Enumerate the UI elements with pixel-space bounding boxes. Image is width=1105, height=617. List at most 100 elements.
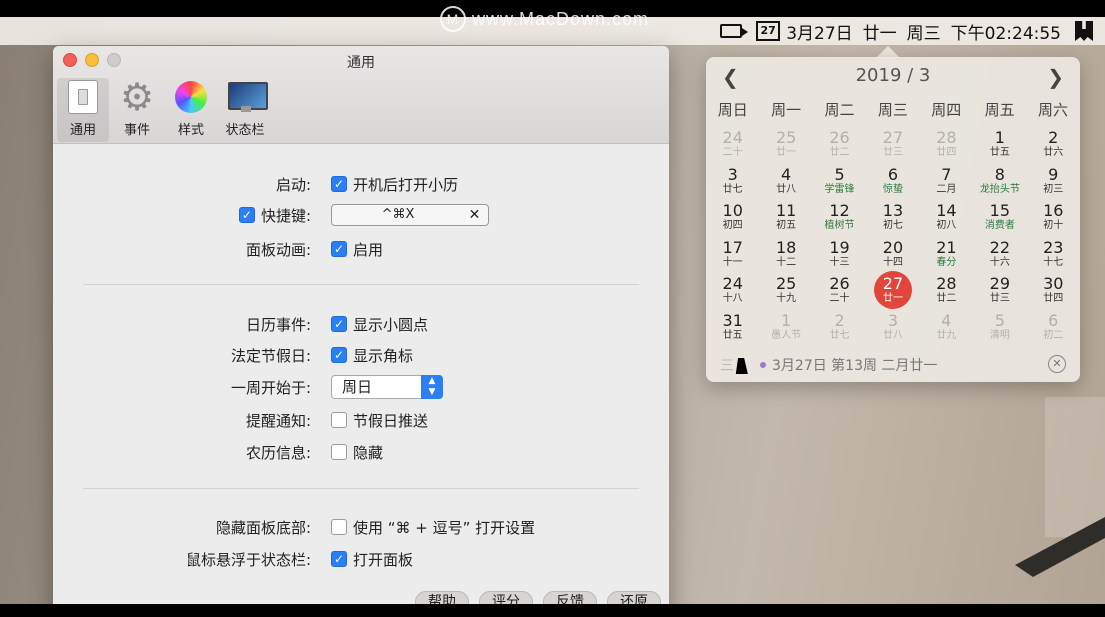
calendar-day[interactable]: 4 廿八 (759, 165, 812, 202)
calendar-day[interactable]: 29 廿三 (973, 275, 1026, 311)
calendar-day[interactable]: 3 廿八 (866, 311, 919, 348)
calendar-day[interactable]: 7 二月 (920, 164, 973, 202)
hotkey-clear-button[interactable]: ✕ (461, 204, 489, 226)
hidebottom-option[interactable]: 使用 “⌘ + 逗号” 打开设置 (353, 517, 535, 538)
calendar-day[interactable]: 10 初四 (706, 202, 759, 238)
calendar-day-today[interactable]: 27 廿一 (866, 271, 919, 311)
tab-style[interactable]: 样式 (165, 78, 217, 142)
calendar-day[interactable]: 5 清明 (973, 310, 1026, 348)
setting-weekstart-row: 一周开始于: 周日 ▲ ▼ (53, 375, 669, 399)
tab-general[interactable]: 通用 (57, 78, 109, 142)
calendar-day[interactable]: 20 十四 (866, 238, 919, 275)
calendar-day[interactable]: 22 十六 (973, 238, 1026, 275)
calendar-day[interactable]: 8 龙抬头节 (973, 165, 1026, 202)
calendar-day[interactable]: 26 二十 (813, 275, 866, 311)
hover-option[interactable]: 打开面板 (353, 549, 413, 570)
footer-date-info: 3月27日 第13周 二月廿一 (772, 358, 938, 374)
calendar-day[interactable]: 28 廿二 (920, 275, 973, 311)
reminders-checkbox[interactable] (331, 412, 347, 428)
calendar-day[interactable]: 27 廿三 (866, 129, 919, 165)
color-wheel-icon (174, 80, 208, 114)
lunar-checkbox[interactable] (331, 444, 347, 460)
day-lunar-label: 初四 (722, 220, 743, 231)
calendar-day[interactable]: 6 惊蛰 (866, 165, 919, 202)
calendar-icon[interactable]: 27 (756, 21, 781, 41)
setting-hover-row: 鼠标悬浮于状态栏: ✓ 打开面板 (53, 547, 669, 571)
events-option[interactable]: 显示小圆点 (353, 314, 428, 335)
setting-hotkey-row: ✓ 快捷键: ^⌘X ✕ (53, 203, 669, 227)
calendar-day[interactable]: 24 十八 (706, 275, 759, 311)
calendar-day[interactable]: 31 廿五 (706, 311, 759, 348)
watermark-logo: M (440, 6, 466, 32)
day-number: 2 (834, 310, 845, 330)
calendar-day[interactable]: 12 植树节 (813, 202, 866, 238)
events-checkbox[interactable]: ✓ (331, 316, 347, 332)
animation-option[interactable]: 启用 (353, 239, 383, 260)
calendar-day[interactable]: 11 初五 (759, 202, 812, 238)
menubar-date[interactable]: 3月27日 (786, 19, 852, 44)
day-lunar-label: 十八 (722, 293, 743, 304)
hotkey-field[interactable]: ^⌘X (331, 204, 465, 226)
calendar-day[interactable]: 17 十一 (706, 238, 759, 275)
calendar-day[interactable]: 1 廿五 (973, 129, 1026, 165)
app-icon[interactable] (1075, 21, 1093, 41)
calendar-day[interactable]: 25 廿一 (759, 129, 812, 165)
calendar-day[interactable]: 3 廿七 (706, 165, 759, 202)
reminders-label: 提醒通知: (245, 411, 311, 430)
calendar-day[interactable]: 14 初八 (920, 202, 973, 238)
animation-checkbox[interactable]: ✓ (331, 241, 347, 257)
holidays-option[interactable]: 显示角标 (353, 345, 413, 366)
calendar-day[interactable]: 4 廿九 (920, 311, 973, 348)
day-number: 9 (1048, 164, 1059, 184)
tab-statusbar[interactable]: 状态栏 (219, 78, 271, 142)
calendar-day[interactable]: 18 十二 (759, 238, 812, 275)
calendar-day[interactable]: 15 消费者 (973, 202, 1026, 238)
event-dot-icon (760, 362, 766, 368)
lunar-option[interactable]: 隐藏 (353, 442, 383, 463)
calendar-day[interactable]: 30 廿四 (1027, 275, 1080, 311)
holidays-checkbox[interactable]: ✓ (331, 347, 347, 363)
close-icon[interactable]: ✕ (1048, 355, 1066, 373)
calendar-day[interactable]: 16 初十 (1027, 202, 1080, 238)
day-number: 25 (775, 274, 797, 293)
weekstart-select[interactable]: 周日 ▲ ▼ (331, 375, 443, 399)
day-number: 1 (994, 128, 1005, 147)
calendar-day[interactable]: 24 二十 (706, 129, 759, 165)
watermark: M www.MacDown.com (440, 6, 649, 32)
day-lunar-label: 初十 (1043, 220, 1064, 231)
day-lunar-label: 植树节 (824, 220, 855, 231)
calendar-day[interactable]: 1 愚人节 (759, 311, 812, 348)
calendar-day[interactable]: 25 十九 (759, 275, 812, 311)
startup-option[interactable]: 开机后打开小历 (353, 174, 458, 195)
calendar-day[interactable]: 2 廿六 (1027, 129, 1080, 165)
day-lunar-label: 初七 (882, 220, 903, 231)
calendar-day[interactable]: 19 十三 (813, 238, 866, 275)
day-number: 5 (994, 310, 1005, 330)
hover-checkbox[interactable]: ✓ (331, 551, 347, 567)
day-lunar-label: 初二 (1043, 329, 1064, 341)
calendar-day[interactable]: 13 初七 (866, 202, 919, 238)
day-lunar-label: 惊蛰 (882, 183, 903, 195)
menubar-lunar[interactable]: 廿一 (863, 19, 897, 44)
calendar-day[interactable]: 6 初二 (1027, 311, 1080, 348)
calendar-day[interactable]: 23 十七 (1027, 238, 1080, 275)
next-month-button[interactable]: ❯ (1047, 65, 1064, 89)
tab-events[interactable]: ⚙ 事件 (111, 78, 163, 142)
calendar-day[interactable]: 26 廿二 (813, 129, 866, 165)
calendar-day[interactable]: 28 廿四 (920, 129, 973, 165)
hotkey-checkbox[interactable]: ✓ (238, 207, 255, 223)
day-number: 7 (941, 164, 952, 184)
reminders-option[interactable]: 节假日推送 (353, 410, 428, 431)
hidebottom-checkbox[interactable] (331, 519, 347, 535)
day-number: 21 (936, 237, 957, 257)
calendar-day[interactable]: 9 初三 (1027, 164, 1080, 202)
calendar-day[interactable]: 21 春分 (920, 237, 973, 275)
camera-icon[interactable] (720, 24, 749, 38)
startup-checkbox[interactable]: ✓ (331, 176, 347, 192)
menubar-weekday[interactable]: 周三 (907, 19, 941, 44)
calendar-day[interactable]: 2 廿七 (813, 310, 866, 348)
day-lunar-label: 廿八 (776, 183, 797, 195)
calendar-month-title[interactable]: 2019 / 3 (706, 65, 1080, 89)
calendar-day[interactable]: 5 学雷锋 (813, 165, 866, 202)
menubar-time[interactable]: 下午02:24:55 (951, 19, 1061, 44)
